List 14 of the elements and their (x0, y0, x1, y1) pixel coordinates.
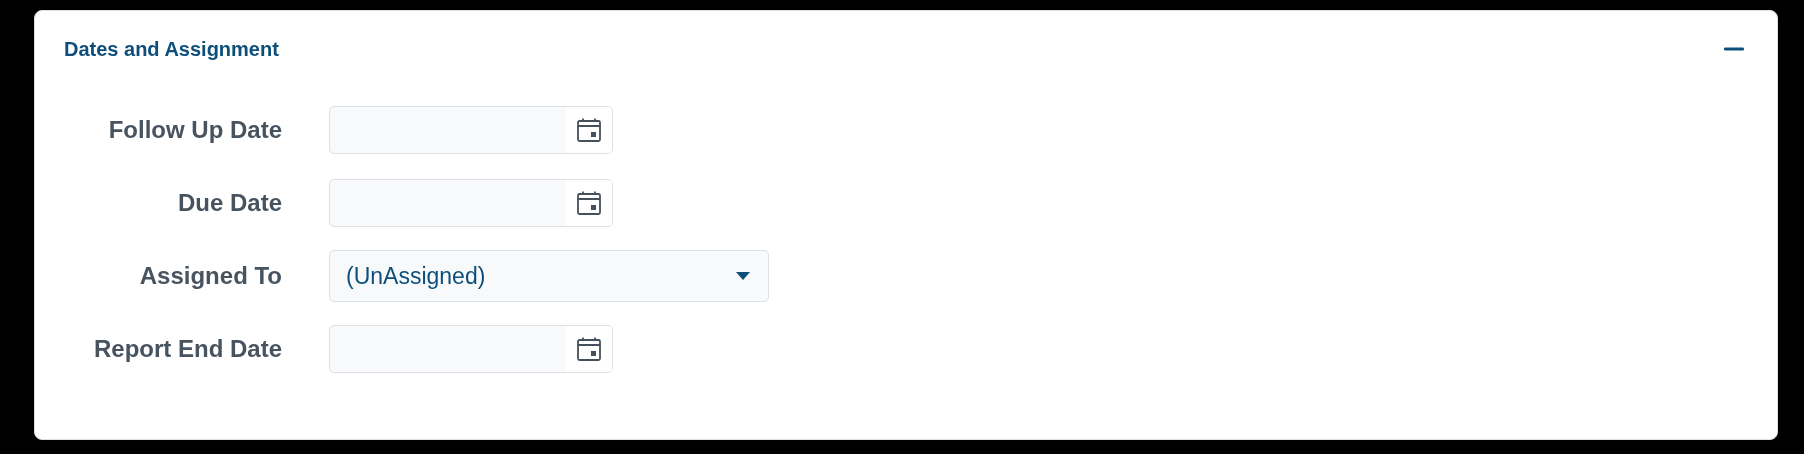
calendar-icon (576, 336, 602, 362)
calendar-icon (576, 190, 602, 216)
date-field[interactable] (329, 106, 613, 154)
field-label: Assigned To (138, 262, 282, 290)
minus-icon (1724, 47, 1744, 51)
date-field[interactable] (329, 179, 613, 227)
assignee-dropdown[interactable]: (UnAssigned) (329, 250, 769, 302)
section-title: Dates and Assignment (64, 37, 279, 61)
field-label: Due Date (176, 189, 282, 217)
calendar-icon (576, 117, 602, 143)
date-field[interactable] (329, 325, 613, 373)
caret-icon (735, 271, 751, 281)
field-label: Follow Up Date (107, 116, 282, 144)
field-label: Report End Date (93, 335, 282, 363)
